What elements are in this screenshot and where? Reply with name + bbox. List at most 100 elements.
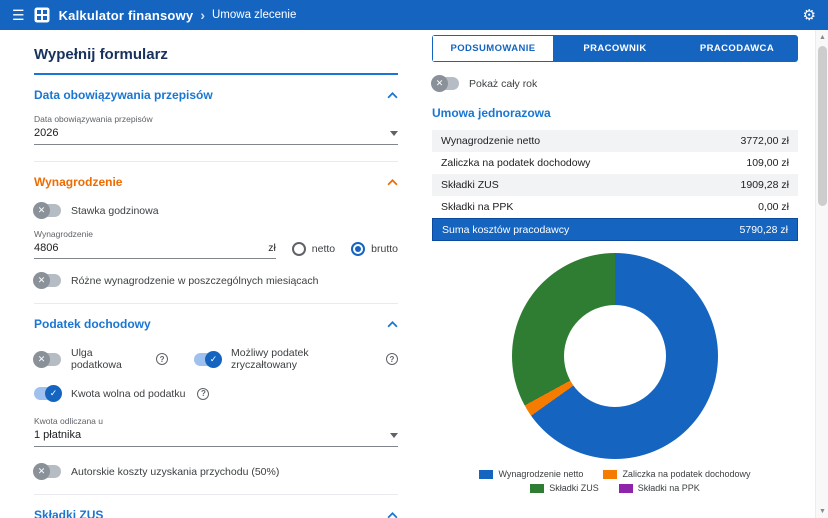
help-icon[interactable]: ?	[386, 353, 398, 365]
brutto-radio[interactable]: brutto	[351, 242, 398, 256]
toggle-thumb-icon	[33, 272, 50, 289]
legend-swatch	[479, 470, 493, 479]
chart-legend: Wynagrodzenie netto Zaliczka na podatek …	[439, 469, 791, 493]
donut-hole	[564, 305, 666, 407]
row-value: 1909,28 zł	[741, 179, 789, 191]
app-icon	[34, 7, 50, 23]
menu-icon[interactable]: ☰	[12, 8, 25, 22]
cost-donut-chart	[512, 253, 718, 459]
show-full-year-toggle[interactable]	[432, 77, 459, 90]
results-panel: PODSUMOWANIE PRACOWNIK PRACODAWCA Pokaż …	[432, 35, 798, 493]
toggle-thumb-icon	[33, 463, 50, 480]
chevron-up-icon[interactable]	[387, 179, 398, 186]
table-row: Składki na PPK 0,00 zł	[432, 196, 798, 218]
toggle-label: Autorskie koszty uzyskania przychodu (50…	[71, 466, 279, 478]
legend-item: Składki ZUS	[530, 483, 599, 493]
toggle-label: Różne wynagrodzenie w poszczególnych mie…	[71, 275, 318, 287]
toggle-label: Możliwy podatek zryczałtowany	[231, 347, 374, 371]
breadcrumb-current: Umowa zlecenie	[212, 9, 296, 21]
total-value: 5790,28 zł	[740, 224, 788, 236]
row-value: 109,00 zł	[746, 157, 789, 169]
form-heading: Wypełnij formularz	[34, 46, 398, 63]
deduction-payer-select[interactable]: Kwota odliczana u 1 płatnika	[34, 416, 398, 447]
author-costs-toggle-row: Autorskie koszty uzyskania przychodu (50…	[34, 465, 398, 478]
legend-swatch	[619, 484, 633, 493]
netto-radio[interactable]: netto	[292, 242, 335, 256]
chevron-up-icon[interactable]	[387, 92, 398, 99]
author-costs-toggle[interactable]	[34, 465, 61, 478]
scroll-down-arrow-icon[interactable]: ▼	[816, 505, 828, 517]
field-value: 4806	[34, 242, 93, 254]
currency-suffix: zł	[268, 242, 276, 254]
table-row: Wynagrodzenie netto 3772,00 zł	[432, 130, 798, 152]
row-label: Składki ZUS	[441, 179, 499, 191]
legend-label: Wynagrodzenie netto	[498, 469, 583, 479]
legend-swatch	[603, 470, 617, 479]
section-tax-header[interactable]: Podatek dochodowy	[34, 317, 398, 331]
form-panel: Wypełnij formularz Data obowiązywania pr…	[8, 30, 424, 518]
section-salary-header[interactable]: Wynagrodzenie	[34, 175, 398, 189]
vertical-scrollbar[interactable]: ▲ ▼	[815, 30, 828, 518]
salary-input[interactable]: Wynagrodzenie 4806 zł	[34, 229, 276, 259]
section-regulations-header[interactable]: Data obowiązywania przepisów	[34, 88, 398, 102]
section-tax: Podatek dochodowy Ulga podatkowa ? Możli…	[34, 304, 398, 495]
monthly-variation-toggle[interactable]	[34, 274, 61, 287]
toggle-label: Ulga podatkowa	[71, 347, 144, 371]
tax-free-toggle[interactable]	[34, 387, 61, 400]
legend-item: Składki na PPK	[619, 483, 700, 493]
help-icon[interactable]: ?	[197, 388, 209, 400]
regulations-date-select[interactable]: Data obowiązywania przepisów 2026	[34, 114, 398, 145]
results-table: Wynagrodzenie netto 3772,00 zł Zaliczka …	[432, 130, 798, 241]
toggle-thumb-icon	[431, 75, 448, 92]
monthly-variation-toggle-row: Różne wynagrodzenie w poszczególnych mie…	[34, 274, 398, 287]
section-salary: Wynagrodzenie Stawka godzinowa Wynagrodz…	[34, 162, 398, 304]
results-rows: Wynagrodzenie netto 3772,00 zł Zaliczka …	[432, 130, 798, 218]
tax-relief-toggle[interactable]	[34, 353, 61, 366]
help-icon[interactable]: ?	[156, 353, 168, 365]
dropdown-caret-icon	[390, 131, 398, 136]
toggle-thumb-icon	[45, 385, 62, 402]
radio-circle-icon	[292, 242, 306, 256]
legend-item: Wynagrodzenie netto	[479, 469, 583, 479]
scrollbar-thumb[interactable]	[818, 46, 827, 206]
table-row: Zaliczka na podatek dochodowy 109,00 zł	[432, 152, 798, 174]
field-label: Data obowiązywania przepisów	[34, 114, 398, 124]
scroll-up-arrow-icon[interactable]: ▲	[816, 31, 828, 43]
toggle-label: Pokaż cały rok	[469, 78, 537, 90]
salary-input-row: Wynagrodzenie 4806 zł netto brutto	[34, 229, 398, 259]
toggle-thumb-icon	[205, 351, 222, 368]
top-app-bar: ☰ Kalkulator finansowy › Umowa zlecenie …	[0, 0, 828, 30]
tab-podsumowanie[interactable]: PODSUMOWANIE	[432, 35, 554, 62]
section-regulations: Data obowiązywania przepisów Data obowią…	[34, 75, 398, 162]
section-zus-header[interactable]: Składki ZUS	[34, 508, 398, 518]
field-label: Kwota odliczana u	[34, 416, 398, 426]
results-subtitle: Umowa jednorazowa	[432, 106, 798, 120]
gear-icon[interactable]: ⚙	[803, 6, 816, 24]
field-value: 1 płatnika	[34, 429, 81, 441]
field-label: Wynagrodzenie	[34, 229, 93, 239]
radio-circle-icon	[351, 242, 365, 256]
hourly-rate-toggle[interactable]	[34, 204, 61, 217]
chart-area	[432, 253, 798, 459]
netto-brutto-radio-group: netto brutto	[292, 242, 398, 259]
tax-toggles-row: Ulga podatkowa ? Możliwy podatek zryczał…	[34, 347, 398, 371]
app-title: Kalkulator finansowy	[59, 8, 194, 23]
radio-label: brutto	[371, 243, 398, 255]
chevron-up-icon[interactable]	[387, 321, 398, 328]
tab-pracodawca[interactable]: PRACODAWCA	[676, 35, 798, 62]
flat-tax-toggle-row: Możliwy podatek zryczałtowany ?	[194, 347, 398, 371]
legend-label: Składki ZUS	[549, 483, 599, 493]
chevron-up-icon[interactable]	[387, 512, 398, 518]
section-title: Wynagrodzenie	[34, 175, 122, 189]
legend-item: Zaliczka na podatek dochodowy	[603, 469, 750, 479]
flat-tax-toggle[interactable]	[194, 353, 221, 366]
tax-relief-toggle-row: Ulga podatkowa ?	[34, 347, 168, 371]
legend-swatch	[530, 484, 544, 493]
total-label: Suma kosztów pracodawcy	[442, 224, 569, 236]
table-row: Składki ZUS 1909,28 zł	[432, 174, 798, 196]
tab-pracownik[interactable]: PRACOWNIK	[554, 35, 676, 62]
section-title: Podatek dochodowy	[34, 317, 151, 331]
radio-label: netto	[312, 243, 335, 255]
section-title: Składki ZUS	[34, 508, 103, 518]
tax-free-toggle-row: Kwota wolna od podatku ?	[34, 387, 398, 400]
